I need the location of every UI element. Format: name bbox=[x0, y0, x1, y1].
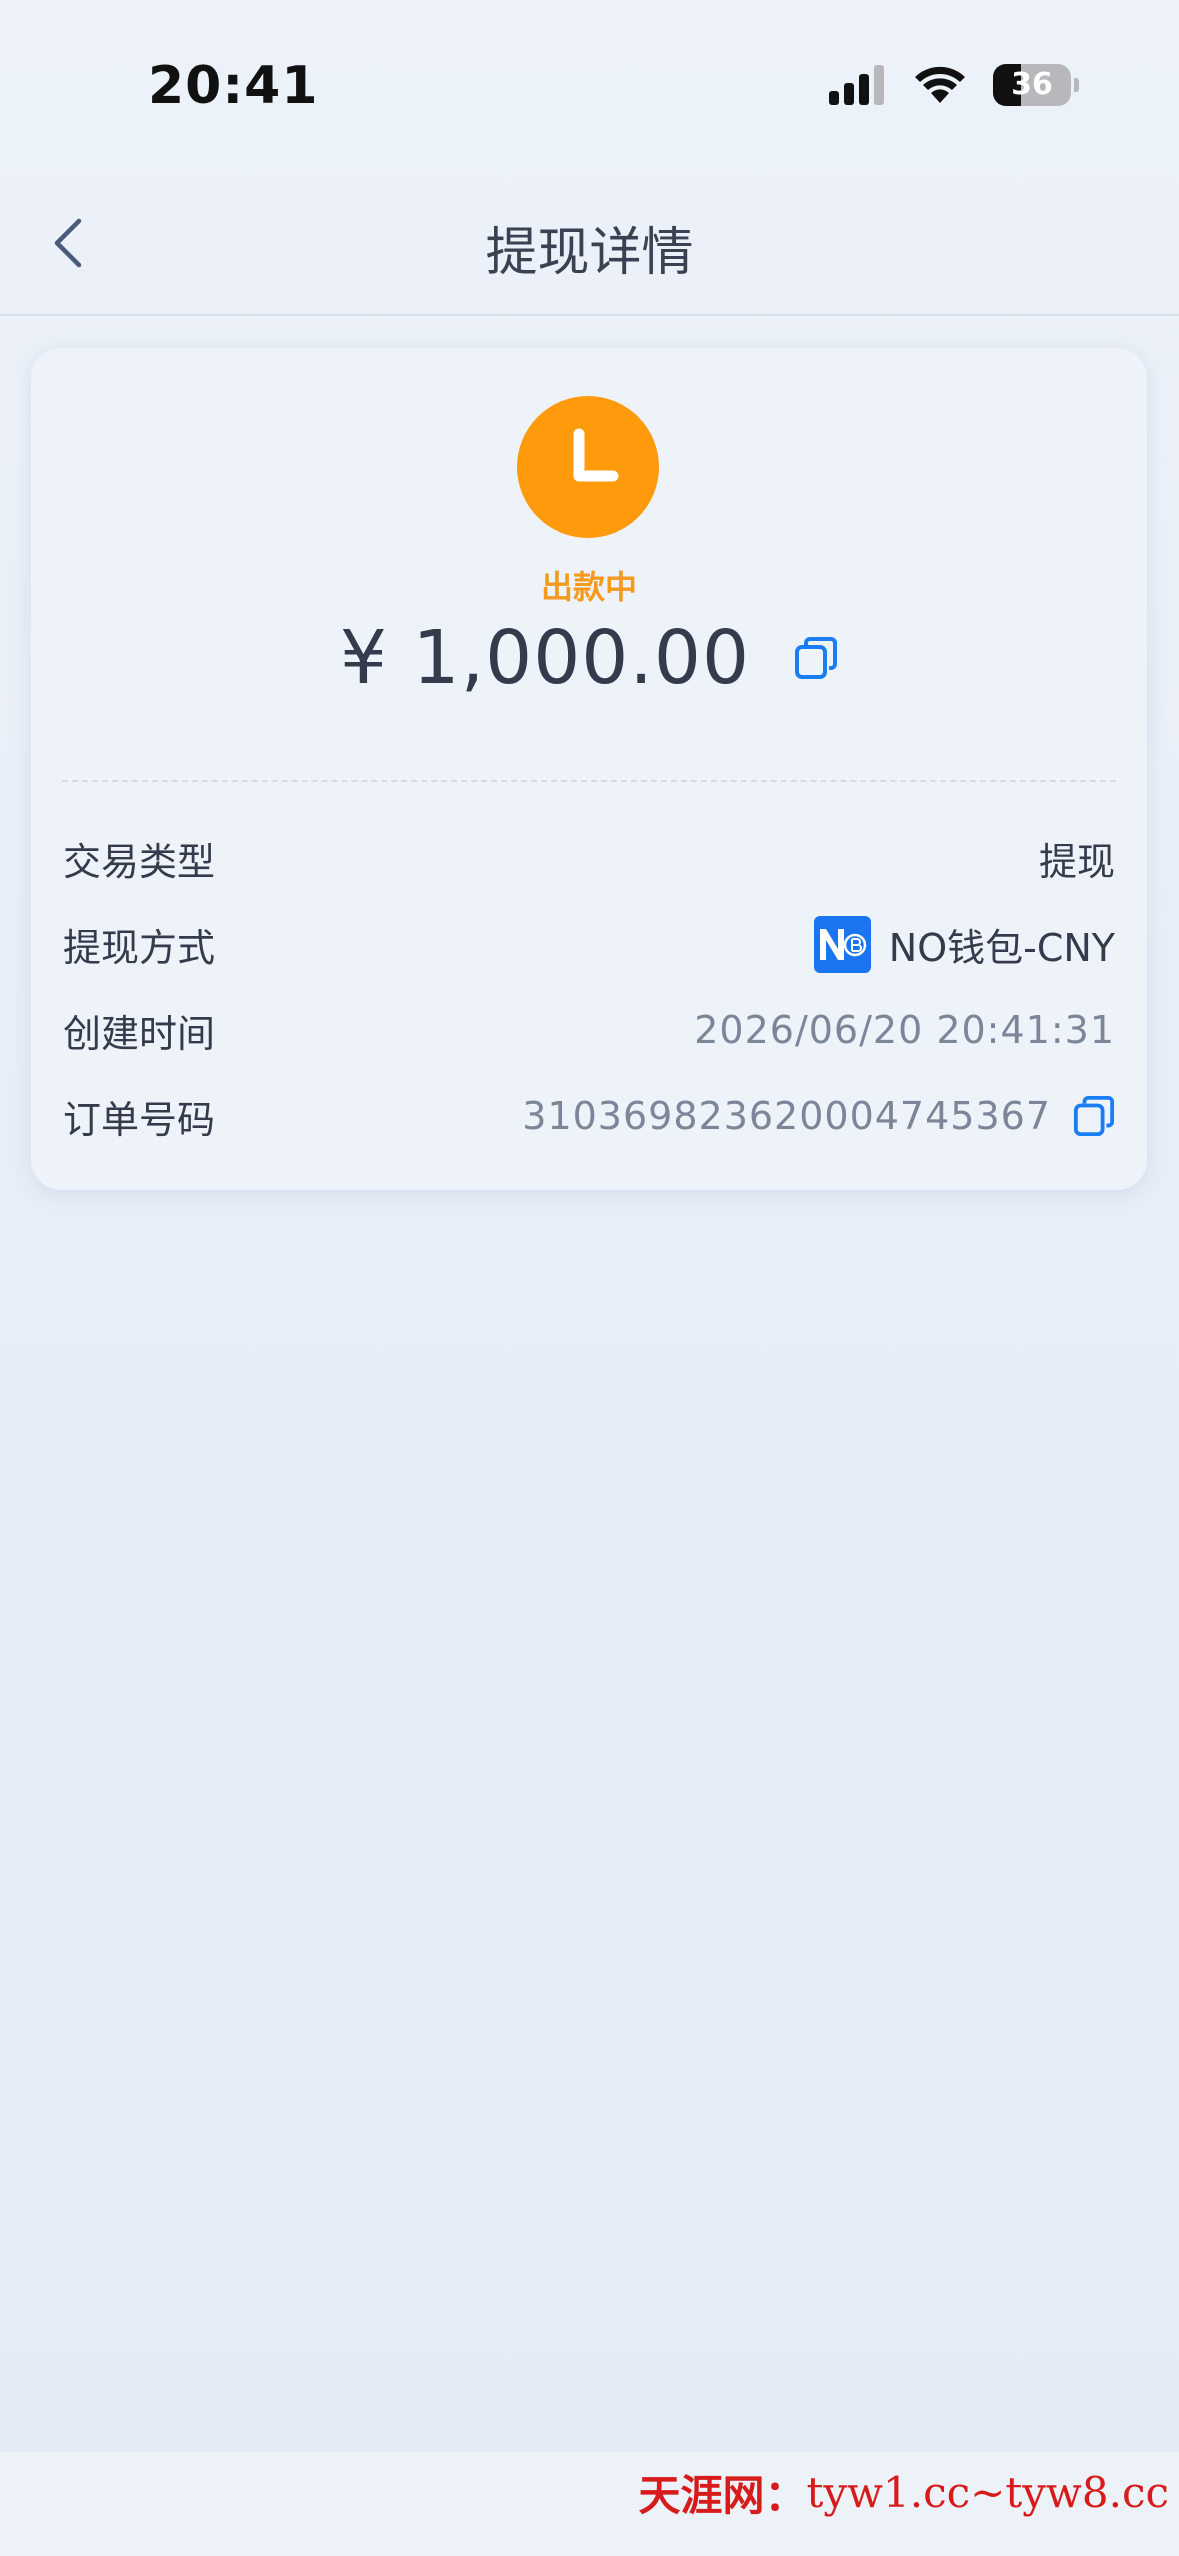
clock-icon bbox=[517, 396, 659, 538]
detail-label: 交易类型 bbox=[63, 839, 216, 884]
amount-value: ¥ 1,000.00 bbox=[339, 615, 751, 701]
detail-label: 提现方式 bbox=[63, 925, 216, 970]
battery-cap bbox=[1074, 78, 1079, 92]
order-number: 310369823620004745367 bbox=[522, 1094, 1051, 1138]
detail-label: 订单号码 bbox=[63, 1097, 216, 1142]
detail-row-transaction-type: 交易类型 提现 bbox=[63, 828, 1115, 888]
withdrawal-detail-card: 出款中 ¥ 1,000.00 交易类型 提现 提现方式 NO钱包-CNY 创建时… bbox=[31, 348, 1147, 1190]
detail-value: NO钱包-CNY bbox=[888, 925, 1115, 970]
no-wallet-logo bbox=[813, 915, 871, 973]
divider bbox=[62, 780, 1116, 782]
battery-icon: 36 bbox=[993, 64, 1071, 106]
amount-row: ¥ 1,000.00 bbox=[31, 610, 1147, 706]
status-bar: 20:41 36 bbox=[0, 0, 1179, 150]
nav-bar: 提现详情 bbox=[0, 170, 1179, 316]
status-indicators: 36 bbox=[829, 62, 1079, 108]
battery-level: 36 bbox=[1011, 67, 1053, 102]
detail-row-created-time: 创建时间 2026/06/20 20:41:31 bbox=[63, 1000, 1115, 1060]
detail-value-wrap: 310369823620004745367 bbox=[522, 1094, 1115, 1138]
watermark-brand: 天涯网： bbox=[638, 2470, 807, 2520]
detail-row-order-number: 订单号码 310369823620004745367 bbox=[63, 1086, 1115, 1146]
detail-value-wrap: NO钱包-CNY bbox=[813, 915, 1115, 973]
detail-label: 创建时间 bbox=[63, 1011, 216, 1056]
detail-value: 2026/06/20 20:41:31 bbox=[694, 1008, 1115, 1052]
status-badge: 出款中 bbox=[540, 568, 637, 606]
watermark-domains: tyw1.cc~tyw8.cc bbox=[806, 2467, 1169, 2517]
copy-icon[interactable] bbox=[1073, 1095, 1115, 1137]
detail-value: 提现 bbox=[1038, 839, 1115, 884]
page-title: 提现详情 bbox=[485, 223, 694, 283]
copy-icon[interactable] bbox=[794, 636, 838, 680]
wifi-icon bbox=[915, 66, 965, 103]
cellular-signal-icon bbox=[829, 65, 884, 105]
watermark: 天涯网： tyw1.cc~tyw8.cc bbox=[638, 2462, 1169, 2522]
status-time: 20:41 bbox=[148, 56, 319, 116]
detail-row-withdraw-method: 提现方式 NO钱包-CNY bbox=[63, 914, 1115, 974]
